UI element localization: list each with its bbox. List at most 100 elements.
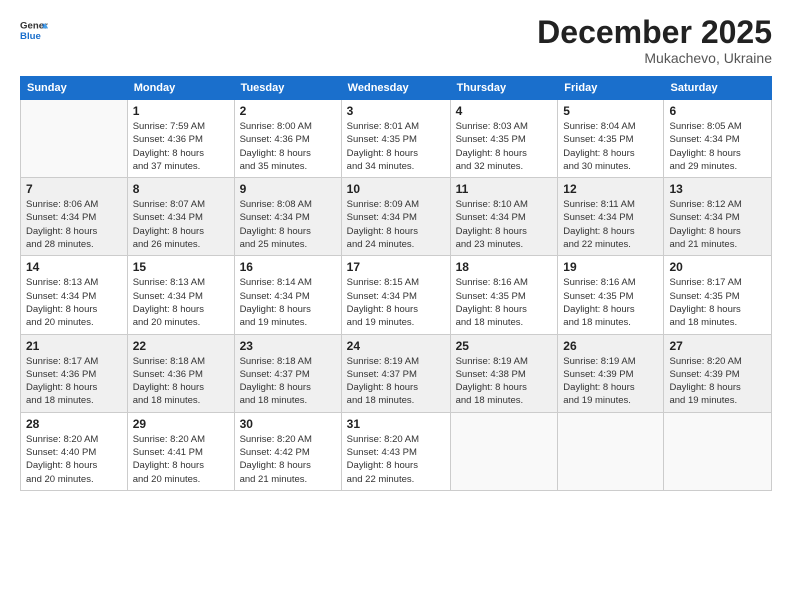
calendar-cell: 10 Sunrise: 8:09 AM Sunset: 4:34 PM Dayli… xyxy=(341,178,450,256)
day-info: Sunrise: 8:09 AM Sunset: 4:34 PM Dayligh… xyxy=(347,198,445,251)
day-info: Sunrise: 8:20 AM Sunset: 4:42 PM Dayligh… xyxy=(240,433,336,486)
day-info: Sunrise: 8:17 AM Sunset: 4:35 PM Dayligh… xyxy=(669,276,766,329)
weekday-header-tuesday: Tuesday xyxy=(234,77,341,100)
week-row-1: 1 Sunrise: 7:59 AM Sunset: 4:36 PM Daylig… xyxy=(21,100,772,178)
day-info: Sunrise: 8:12 AM Sunset: 4:34 PM Dayligh… xyxy=(669,198,766,251)
day-number: 14 xyxy=(26,260,122,274)
week-row-5: 28 Sunrise: 8:20 AM Sunset: 4:40 PM Dayli… xyxy=(21,412,772,490)
weekday-header-thursday: Thursday xyxy=(450,77,558,100)
day-info: Sunrise: 8:19 AM Sunset: 4:39 PM Dayligh… xyxy=(563,355,658,408)
weekday-header-wednesday: Wednesday xyxy=(341,77,450,100)
calendar-cell: 28 Sunrise: 8:20 AM Sunset: 4:40 PM Dayli… xyxy=(21,412,128,490)
calendar-cell: 20 Sunrise: 8:17 AM Sunset: 4:35 PM Dayli… xyxy=(664,256,772,334)
calendar-cell: 2 Sunrise: 8:00 AM Sunset: 4:36 PM Daylig… xyxy=(234,100,341,178)
calendar-cell: 19 Sunrise: 8:16 AM Sunset: 4:35 PM Dayli… xyxy=(558,256,664,334)
calendar-cell: 30 Sunrise: 8:20 AM Sunset: 4:42 PM Dayli… xyxy=(234,412,341,490)
day-number: 25 xyxy=(456,339,553,353)
svg-text:Blue: Blue xyxy=(20,31,41,42)
day-info: Sunrise: 8:11 AM Sunset: 4:34 PM Dayligh… xyxy=(563,198,658,251)
day-info: Sunrise: 8:05 AM Sunset: 4:34 PM Dayligh… xyxy=(669,120,766,173)
day-number: 22 xyxy=(133,339,229,353)
weekday-header-row: SundayMondayTuesdayWednesdayThursdayFrid… xyxy=(21,77,772,100)
day-number: 4 xyxy=(456,104,553,118)
day-info: Sunrise: 8:16 AM Sunset: 4:35 PM Dayligh… xyxy=(456,276,553,329)
day-number: 7 xyxy=(26,182,122,196)
calendar-cell xyxy=(558,412,664,490)
weekday-header-friday: Friday xyxy=(558,77,664,100)
day-number: 16 xyxy=(240,260,336,274)
day-info: Sunrise: 8:16 AM Sunset: 4:35 PM Dayligh… xyxy=(563,276,658,329)
calendar-cell: 4 Sunrise: 8:03 AM Sunset: 4:35 PM Daylig… xyxy=(450,100,558,178)
weekday-header-sunday: Sunday xyxy=(21,77,128,100)
calendar-cell xyxy=(450,412,558,490)
day-number: 29 xyxy=(133,417,229,431)
day-number: 30 xyxy=(240,417,336,431)
day-number: 24 xyxy=(347,339,445,353)
day-number: 31 xyxy=(347,417,445,431)
day-number: 8 xyxy=(133,182,229,196)
calendar-cell: 3Sunrise: 8:01 AM Sunset: 4:35 PM Daylig… xyxy=(341,100,450,178)
day-number: 19 xyxy=(563,260,658,274)
day-number: 11 xyxy=(456,182,553,196)
calendar-cell: 9Sunrise: 8:08 AM Sunset: 4:34 PM Daylig… xyxy=(234,178,341,256)
day-number: 23 xyxy=(240,339,336,353)
day-info: Sunrise: 7:59 AM Sunset: 4:36 PM Dayligh… xyxy=(133,120,229,173)
calendar-cell: 6 Sunrise: 8:05 AM Sunset: 4:34 PM Daylig… xyxy=(664,100,772,178)
week-row-2: 7 Sunrise: 8:06 AM Sunset: 4:34 PM Daylig… xyxy=(21,178,772,256)
calendar-cell: 14 Sunrise: 8:13 AM Sunset: 4:34 PM Dayli… xyxy=(21,256,128,334)
day-info: Sunrise: 8:06 AM Sunset: 4:34 PM Dayligh… xyxy=(26,198,122,251)
calendar-cell: 1 Sunrise: 7:59 AM Sunset: 4:36 PM Daylig… xyxy=(127,100,234,178)
day-info: Sunrise: 8:07 AM Sunset: 4:34 PM Dayligh… xyxy=(133,198,229,251)
calendar-cell: 23 Sunrise: 8:18 AM Sunset: 4:37 PM Dayli… xyxy=(234,334,341,412)
calendar-cell: 27Sunrise: 8:20 AM Sunset: 4:39 PM Dayli… xyxy=(664,334,772,412)
day-number: 17 xyxy=(347,260,445,274)
day-info: Sunrise: 8:18 AM Sunset: 4:37 PM Dayligh… xyxy=(240,355,336,408)
weekday-header-saturday: Saturday xyxy=(664,77,772,100)
day-info: Sunrise: 8:20 AM Sunset: 4:40 PM Dayligh… xyxy=(26,433,122,486)
page: General Blue December 2025 Mukachevo, Uk… xyxy=(0,0,792,612)
day-number: 9 xyxy=(240,182,336,196)
calendar-cell: 5Sunrise: 8:04 AM Sunset: 4:35 PM Daylig… xyxy=(558,100,664,178)
day-info: Sunrise: 8:20 AM Sunset: 4:43 PM Dayligh… xyxy=(347,433,445,486)
week-row-3: 14 Sunrise: 8:13 AM Sunset: 4:34 PM Dayli… xyxy=(21,256,772,334)
weekday-header-monday: Monday xyxy=(127,77,234,100)
day-info: Sunrise: 8:20 AM Sunset: 4:41 PM Dayligh… xyxy=(133,433,229,486)
calendar-cell: 17 Sunrise: 8:15 AM Sunset: 4:34 PM Dayli… xyxy=(341,256,450,334)
day-number: 15 xyxy=(133,260,229,274)
calendar-cell: 18 Sunrise: 8:16 AM Sunset: 4:35 PM Dayli… xyxy=(450,256,558,334)
day-info: Sunrise: 8:10 AM Sunset: 4:34 PM Dayligh… xyxy=(456,198,553,251)
day-number: 2 xyxy=(240,104,336,118)
calendar-cell: 21 Sunrise: 8:17 AM Sunset: 4:36 PM Dayli… xyxy=(21,334,128,412)
day-number: 28 xyxy=(26,417,122,431)
logo-icon: General Blue xyxy=(20,16,48,44)
day-info: Sunrise: 8:13 AM Sunset: 4:34 PM Dayligh… xyxy=(26,276,122,329)
day-info: Sunrise: 8:15 AM Sunset: 4:34 PM Dayligh… xyxy=(347,276,445,329)
calendar-cell xyxy=(21,100,128,178)
calendar-cell: 15Sunrise: 8:13 AM Sunset: 4:34 PM Dayli… xyxy=(127,256,234,334)
day-info: Sunrise: 8:19 AM Sunset: 4:37 PM Dayligh… xyxy=(347,355,445,408)
calendar-cell: 31 Sunrise: 8:20 AM Sunset: 4:43 PM Dayli… xyxy=(341,412,450,490)
day-info: Sunrise: 8:14 AM Sunset: 4:34 PM Dayligh… xyxy=(240,276,336,329)
calendar-cell: 8 Sunrise: 8:07 AM Sunset: 4:34 PM Daylig… xyxy=(127,178,234,256)
day-number: 1 xyxy=(133,104,229,118)
day-info: Sunrise: 8:03 AM Sunset: 4:35 PM Dayligh… xyxy=(456,120,553,173)
day-number: 18 xyxy=(456,260,553,274)
day-info: Sunrise: 8:17 AM Sunset: 4:36 PM Dayligh… xyxy=(26,355,122,408)
calendar-cell: 16 Sunrise: 8:14 AM Sunset: 4:34 PM Dayli… xyxy=(234,256,341,334)
calendar-cell: 22 Sunrise: 8:18 AM Sunset: 4:36 PM Dayli… xyxy=(127,334,234,412)
day-number: 21 xyxy=(26,339,122,353)
logo: General Blue xyxy=(20,16,48,44)
day-number: 27 xyxy=(669,339,766,353)
day-info: Sunrise: 8:18 AM Sunset: 4:36 PM Dayligh… xyxy=(133,355,229,408)
title-block: December 2025 Mukachevo, Ukraine xyxy=(537,16,772,66)
day-number: 20 xyxy=(669,260,766,274)
day-number: 10 xyxy=(347,182,445,196)
day-number: 6 xyxy=(669,104,766,118)
week-row-4: 21 Sunrise: 8:17 AM Sunset: 4:36 PM Dayli… xyxy=(21,334,772,412)
day-info: Sunrise: 8:01 AM Sunset: 4:35 PM Dayligh… xyxy=(347,120,445,173)
location: Mukachevo, Ukraine xyxy=(537,50,772,66)
calendar-table: SundayMondayTuesdayWednesdayThursdayFrid… xyxy=(20,76,772,491)
day-info: Sunrise: 8:00 AM Sunset: 4:36 PM Dayligh… xyxy=(240,120,336,173)
calendar-cell: 25Sunrise: 8:19 AM Sunset: 4:38 PM Dayli… xyxy=(450,334,558,412)
calendar-cell: 12Sunrise: 8:11 AM Sunset: 4:34 PM Dayli… xyxy=(558,178,664,256)
